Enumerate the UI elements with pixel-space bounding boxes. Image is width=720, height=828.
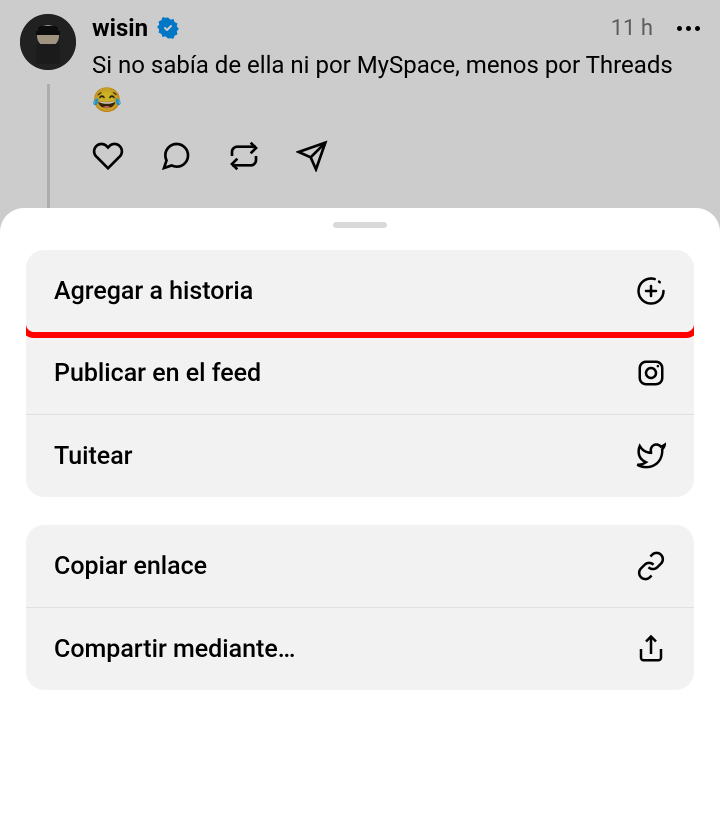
link-icon: [636, 551, 666, 581]
sheet-handle[interactable]: [333, 222, 387, 228]
sheet-group-actions: Copiar enlace Compartir mediante…: [26, 525, 694, 690]
sheet-group-share: Agregar a historia Publicar en el feed T…: [26, 250, 694, 497]
share-sheet: Agregar a historia Publicar en el feed T…: [0, 208, 720, 828]
tweet-item[interactable]: Tuitear: [26, 414, 694, 497]
tweet-label: Tuitear: [54, 442, 133, 471]
share-via-item[interactable]: Compartir mediante…: [26, 607, 694, 690]
publish-feed-item[interactable]: Publicar en el feed: [26, 332, 694, 414]
story-add-icon: [636, 276, 666, 306]
copy-link-item[interactable]: Copiar enlace: [26, 525, 694, 607]
share-via-label: Compartir mediante…: [54, 635, 295, 664]
add-to-story-item[interactable]: Agregar a historia: [26, 250, 694, 332]
add-to-story-label: Agregar a historia: [54, 277, 253, 306]
copy-link-label: Copiar enlace: [54, 552, 207, 581]
publish-feed-label: Publicar en el feed: [54, 359, 261, 388]
twitter-icon: [636, 441, 666, 471]
share-icon: [636, 634, 666, 664]
instagram-icon: [636, 358, 666, 388]
